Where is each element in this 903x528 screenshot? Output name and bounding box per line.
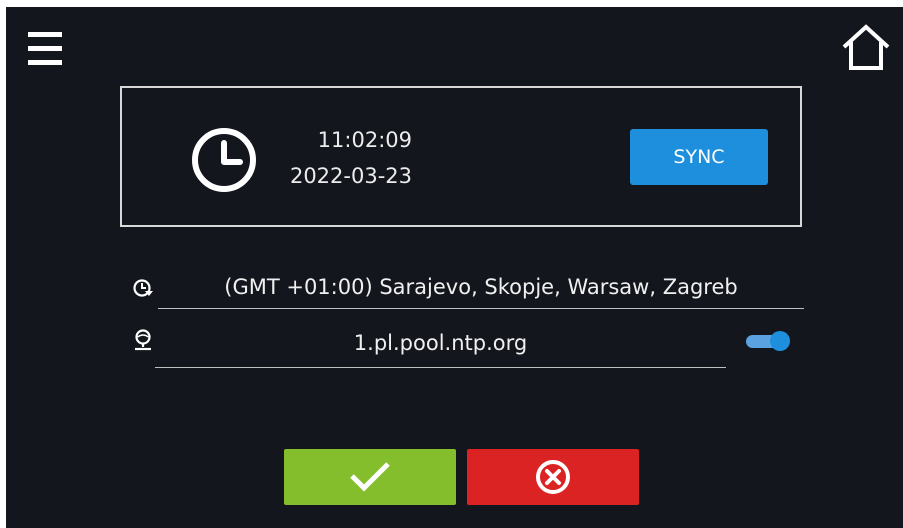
toggle-knob (770, 331, 790, 351)
checkmark-icon (350, 462, 390, 492)
home-icon[interactable] (840, 22, 892, 72)
clock-panel: 11:02:09 2022-03-23 SYNC (120, 86, 802, 227)
hamburger-menu-icon[interactable] (28, 32, 62, 66)
ntp-server-field[interactable]: 1.pl.pool.ntp.org (155, 324, 726, 368)
timezone-icon (132, 277, 154, 299)
clock-icon (190, 126, 258, 194)
sync-button[interactable]: SYNC (630, 129, 768, 185)
timezone-field[interactable]: (GMT +01:00) Sarajevo, Skopje, Warsaw, Z… (158, 269, 804, 309)
confirm-button[interactable] (284, 449, 456, 505)
time-settings-screen: 11:02:09 2022-03-23 SYNC (GMT +01:00) Sa… (6, 7, 903, 528)
current-date: 2022-03-23 (289, 164, 412, 188)
cancel-x-icon (536, 460, 570, 494)
ntp-sync-toggle[interactable] (744, 331, 790, 351)
current-time: 11:02:09 (317, 128, 412, 152)
ntp-server-icon (132, 329, 154, 351)
cancel-button[interactable] (467, 449, 639, 505)
